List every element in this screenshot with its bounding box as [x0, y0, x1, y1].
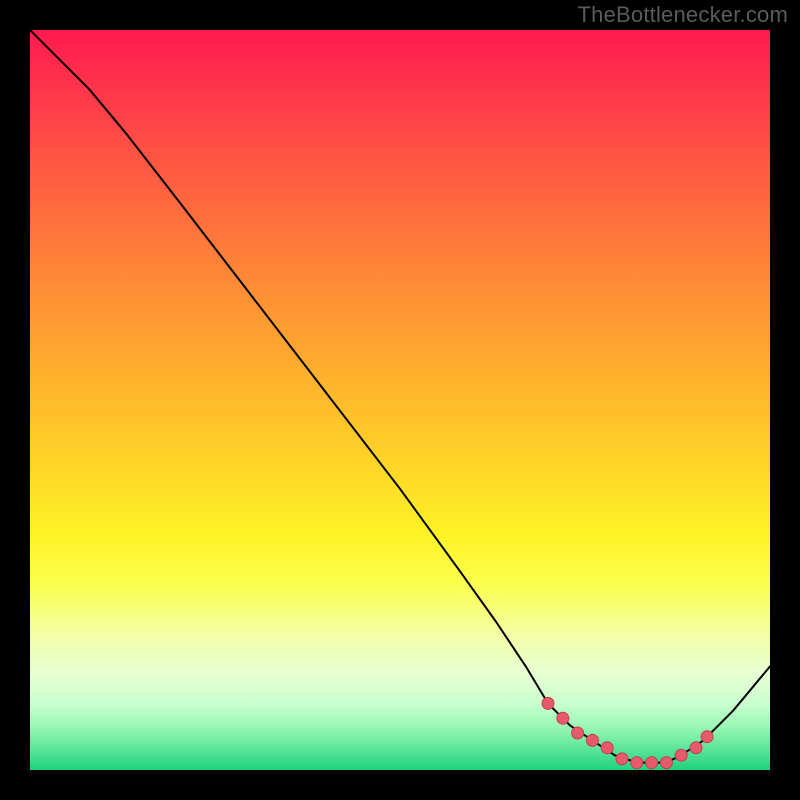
chart-marker: [601, 742, 613, 754]
chart-marker: [557, 712, 569, 724]
chart-marker: [542, 697, 554, 709]
chart-marker: [646, 757, 658, 769]
chart-marker: [660, 757, 672, 769]
chart-svg: [30, 30, 770, 770]
chart-marker-group: [542, 697, 713, 768]
chart-plot-area: [30, 30, 770, 770]
chart-marker: [701, 731, 713, 743]
chart-marker: [586, 734, 598, 746]
chart-line-series: [30, 30, 770, 763]
chart-marker: [675, 749, 687, 761]
chart-frame: TheBottlenecker.com: [0, 0, 800, 800]
chart-marker: [616, 753, 628, 765]
attribution-label: TheBottlenecker.com: [578, 2, 788, 28]
chart-marker: [690, 742, 702, 754]
chart-marker: [572, 727, 584, 739]
chart-marker: [631, 757, 643, 769]
